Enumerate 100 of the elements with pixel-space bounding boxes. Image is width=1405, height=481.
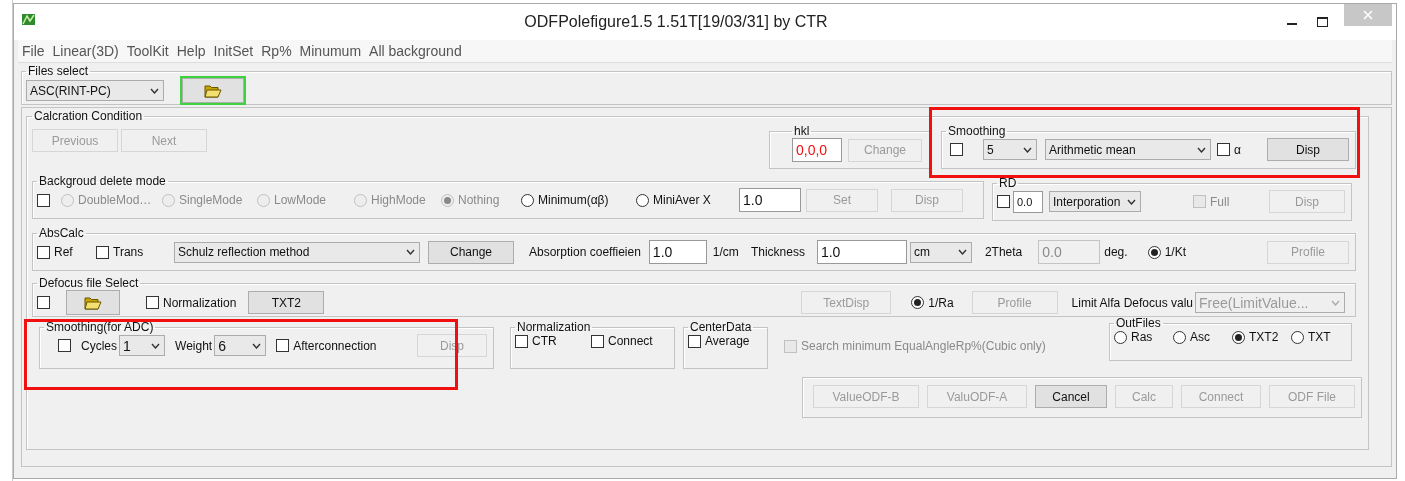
- radio-button[interactable]: [521, 193, 534, 207]
- checkbox-label: CTR: [532, 334, 557, 348]
- caret-icon: [1023, 146, 1032, 153]
- two-theta-label: 2Theta: [984, 245, 1023, 259]
- checkbox-label: Afterconnection: [293, 338, 377, 353]
- radio-button[interactable]: [1291, 330, 1304, 344]
- radio-label: Asc: [1190, 330, 1210, 344]
- radio-label: TXT: [1308, 330, 1331, 344]
- change-button[interactable]: Change: [428, 240, 514, 264]
- radio-label: LowMode: [274, 193, 327, 207]
- checkbox[interactable]: [58, 339, 71, 352]
- open-folder-button[interactable]: [66, 290, 120, 315]
- radio-label: Ras: [1131, 330, 1153, 344]
- checkbox[interactable]: [37, 245, 50, 259]
- radio-label: SingleMode: [179, 193, 243, 207]
- radio-label: TXT2: [1249, 330, 1279, 344]
- weight-label: Weight: [175, 338, 213, 353]
- group-title: Normalization: [516, 321, 592, 334]
- group-title: OutFiles: [1115, 317, 1162, 330]
- disp-button[interactable]: Disp: [1267, 138, 1349, 161]
- caret-icon: [1331, 299, 1340, 306]
- group-title: Smoothing: [947, 125, 1007, 138]
- caret-icon: [150, 87, 159, 94]
- group-title: hkl: [793, 125, 811, 138]
- group-title: RD: [998, 177, 1018, 190]
- format-dropdown[interactable]: ASC(RINT-PC): [26, 80, 164, 101]
- app-icon: [22, 13, 35, 25]
- absorption-field[interactable]: 1.0: [648, 240, 707, 264]
- thickness-label: Thickness: [750, 245, 805, 259]
- group-title: Defocus file Select: [38, 277, 140, 290]
- weight-dropdown[interactable]: 6: [214, 335, 267, 356]
- unit-label: 1/cm: [712, 245, 739, 259]
- group-title: CenterData: [689, 321, 753, 334]
- group-title: Backgroud delete mode: [38, 175, 167, 188]
- cycles-dropdown[interactable]: 1: [119, 335, 165, 356]
- checkbox-label: Connect: [608, 334, 653, 348]
- method-dropdown[interactable]: Schulz reflection method: [174, 241, 420, 263]
- menu-item[interactable]: ToolKit: [126, 43, 169, 59]
- rd-field[interactable]: 0.0: [1013, 190, 1043, 213]
- folder-icon: [204, 83, 222, 98]
- group-title: Files select: [27, 65, 90, 78]
- checkbox-label: Search minimum EqualAngleRp%(Cubic only): [801, 339, 1046, 353]
- value-field[interactable]: 1.0: [739, 188, 801, 212]
- size-dropdown[interactable]: 5: [983, 139, 1037, 160]
- group-title: AbsCalc: [38, 227, 85, 240]
- caret-icon: [151, 342, 160, 349]
- absorption-label: Absorption coeffieien: [529, 245, 641, 259]
- menu-item[interactable]: All background: [369, 43, 462, 59]
- caret-icon: [406, 249, 415, 255]
- menu-item[interactable]: Rp%: [261, 43, 292, 59]
- radio-button[interactable]: [1147, 245, 1161, 259]
- radio-button[interactable]: [911, 296, 925, 309]
- radio-label: MiniAver X: [653, 193, 711, 207]
- group-title: Calcration Condition: [33, 110, 144, 123]
- action-button[interactable]: Cancel: [1035, 385, 1107, 408]
- checkbox[interactable]: [997, 195, 1010, 208]
- txt2-button[interactable]: TXT2: [248, 291, 325, 314]
- menu-item[interactable]: Linear(3D): [52, 43, 119, 59]
- caret-icon: [252, 342, 262, 349]
- menu-item[interactable]: File: [22, 43, 45, 59]
- checkbox-label: Average: [705, 334, 750, 348]
- checkbox[interactable]: [37, 296, 50, 309]
- checkbox[interactable]: [515, 334, 528, 348]
- menu-item[interactable]: Minumum: [299, 43, 362, 59]
- caret-icon: [1197, 146, 1206, 153]
- group-title: Smoothing(for ADC): [45, 321, 155, 334]
- thickness-field[interactable]: 1.0: [816, 240, 907, 264]
- checkbox[interactable]: [1217, 143, 1230, 156]
- caret-icon: [957, 249, 967, 255]
- hkl-field[interactable]: 0,0,0: [792, 138, 842, 162]
- checkbox[interactable]: [96, 245, 109, 259]
- checkbox[interactable]: [37, 193, 50, 207]
- checkbox[interactable]: [950, 143, 963, 156]
- checkbox-label: Normalization: [163, 295, 237, 310]
- radio-button[interactable]: [1232, 330, 1245, 344]
- checkbox[interactable]: [146, 296, 159, 309]
- maximize-icon[interactable]: [1317, 17, 1328, 27]
- open-folder-button[interactable]: [182, 78, 244, 103]
- checkbox[interactable]: [276, 339, 290, 352]
- rd-method-dropdown[interactable]: Interporation: [1049, 191, 1141, 212]
- method-dropdown[interactable]: Arithmetic mean: [1045, 139, 1211, 160]
- caret-icon: [1127, 198, 1136, 205]
- menu-item[interactable]: InitSet: [213, 43, 254, 59]
- radio-button[interactable]: [1114, 330, 1127, 344]
- limit-label: Limit Alfa Defocus valu: [1071, 295, 1193, 310]
- menu-item[interactable]: Help: [176, 43, 206, 59]
- folder-icon: [84, 295, 102, 310]
- radio-label: HighMode: [371, 193, 426, 207]
- radio-button[interactable]: [1173, 330, 1186, 344]
- unit-dropdown[interactable]: cm: [909, 241, 972, 263]
- checkbox-label: Ref: [54, 245, 73, 259]
- checkbox-label: Full: [1210, 194, 1230, 209]
- checkbox[interactable]: [591, 334, 604, 348]
- radio-button[interactable]: [636, 193, 649, 207]
- radio-label: Minimum(αβ): [538, 193, 609, 207]
- checkbox-label: Trans: [113, 245, 144, 259]
- radio-label: Nothing: [458, 193, 500, 207]
- close-icon: [1363, 10, 1373, 20]
- checkbox[interactable]: [688, 334, 701, 348]
- radio-label: DoubleMod…: [78, 193, 152, 207]
